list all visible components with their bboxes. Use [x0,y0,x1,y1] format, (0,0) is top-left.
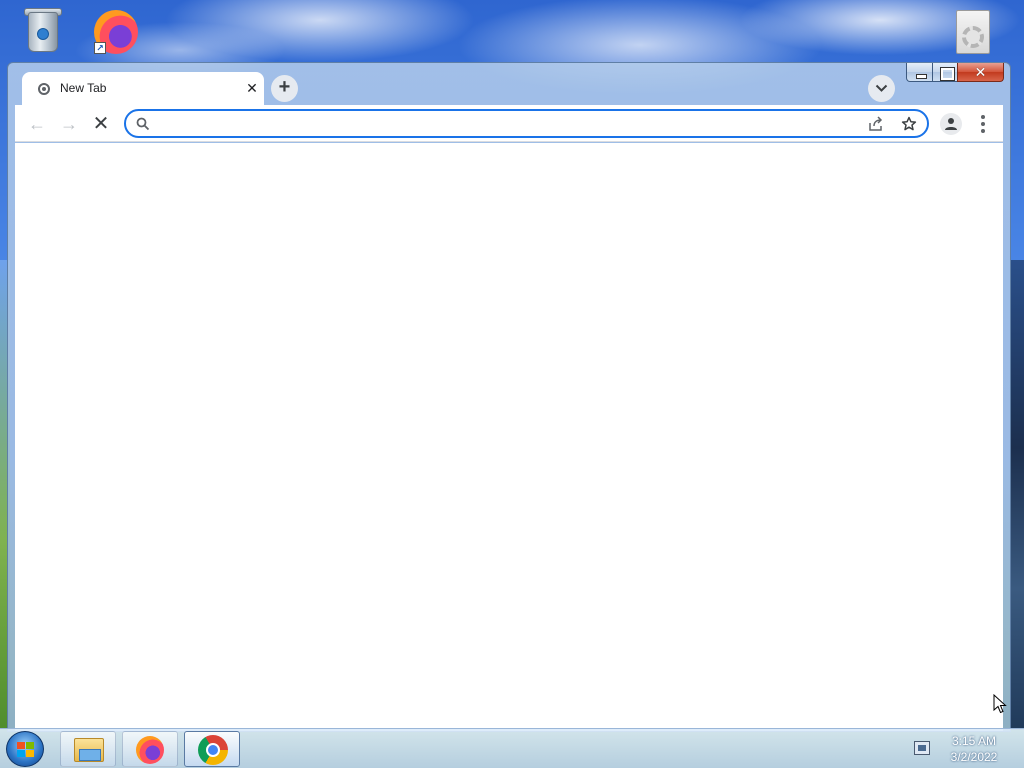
person-icon [945,118,957,130]
maximize-icon [933,63,957,81]
taskbar-firefox[interactable] [122,731,178,767]
more-menu-button[interactable] [975,112,991,136]
tab-search-button[interactable] [868,75,895,102]
taskbar-chrome[interactable] [184,731,240,767]
wallpaper-right-edge [1010,260,1024,730]
gear-icon [962,26,984,48]
taskbar-explorer[interactable] [60,731,116,767]
folder-icon [74,738,104,762]
profile-button[interactable] [940,113,962,135]
browser-toolbar: ← → ✕ [15,105,1003,142]
share-icon[interactable] [868,116,884,132]
start-button[interactable] [6,731,44,767]
page-content [15,143,1003,731]
taskbar: 3:15 AM 3/2/2022 [0,728,1024,768]
recycle-bin-icon[interactable] [22,6,66,54]
document-gear-icon[interactable] [950,10,994,58]
recycle-logo-icon [37,28,49,40]
search-icon [136,117,150,131]
firefox-logo-icon [136,736,164,764]
menu-dot [981,115,985,119]
close-icon: ✕ [974,64,987,80]
minimize-button[interactable] [906,63,933,82]
shortcut-arrow-icon: ↗ [94,42,106,54]
maximize-button[interactable] [932,63,958,82]
tab-strip: New Tab ✕ + ✕ [8,63,1010,105]
forward-button[interactable]: → [55,110,83,138]
back-button[interactable]: ← [23,110,51,138]
chevron-down-icon [875,84,888,92]
menu-dot [981,129,985,133]
windows-logo-icon [17,742,35,758]
stop-loading-button[interactable]: ✕ [87,110,115,138]
clock-date: 3/2/2022 [950,750,998,764]
tab-title: New Tab [60,81,107,95]
mouse-cursor-icon [993,694,1007,714]
menu-dot [981,122,985,126]
bookmark-star-icon[interactable] [901,116,917,132]
omnibox-input[interactable] [158,114,838,134]
chrome-favicon-icon [38,83,50,95]
new-tab-button[interactable]: + [271,75,298,102]
address-bar[interactable] [124,109,929,138]
tab-new-tab[interactable]: New Tab ✕ [22,72,264,105]
network-tray-icon[interactable] [914,741,930,755]
window-close-button[interactable]: ✕ [957,63,1004,82]
tab-close-icon[interactable]: ✕ [244,80,260,96]
minimize-icon [907,63,932,81]
firefox-shortcut-icon[interactable]: ↗ [94,6,138,54]
chrome-browser-window: New Tab ✕ + ✕ ← → ✕ [7,62,1011,732]
clock-time: 3:15 AM [951,734,997,748]
chrome-logo-icon [198,735,228,765]
taskbar-clock[interactable]: 3:15 AM 3/2/2022 [944,733,1004,765]
